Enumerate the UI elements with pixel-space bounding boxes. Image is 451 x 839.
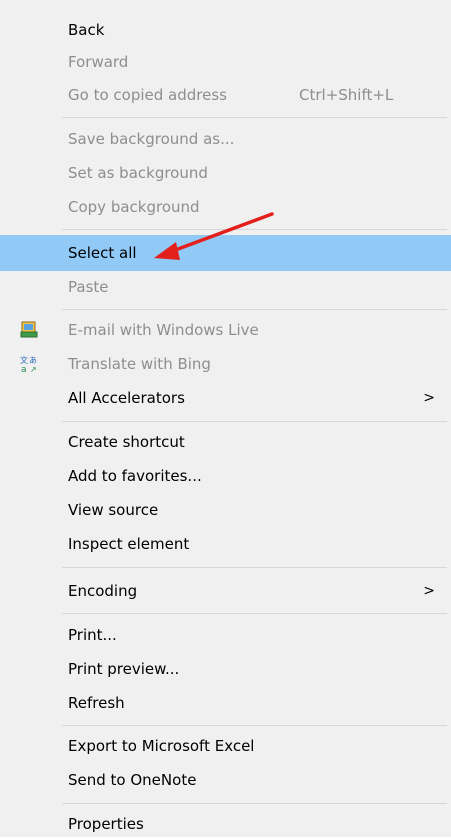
menu-item-label: All Accelerators [68, 389, 185, 407]
menu-item-refresh[interactable]: Refresh [0, 688, 451, 722]
menu-separator [62, 725, 447, 726]
menu-item-label: Set as background [68, 164, 208, 182]
menu-item-export-to-excel[interactable]: Export to Microsoft Excel [0, 731, 451, 765]
menu-item-label: Create shortcut [68, 433, 185, 451]
menu-separator [62, 567, 447, 568]
menu-separator [62, 613, 447, 614]
svg-text:文: 文 [20, 355, 28, 365]
menu-item-set-as-background[interactable]: Set as background [0, 158, 451, 192]
menu-item-label: Save background as... [68, 130, 235, 148]
menu-item-label: E-mail with Windows Live [68, 321, 259, 339]
menu-item-print-preview[interactable]: Print preview... [0, 654, 451, 688]
menu-item-label: Print... [68, 626, 117, 644]
menu-item-translate-bing[interactable]: 文 あ a ↗ Translate with Bing [0, 349, 451, 383]
menu-item-label: Inspect element [68, 535, 190, 553]
windows-live-mail-icon [20, 321, 38, 338]
menu-item-view-source[interactable]: View source [0, 495, 451, 529]
bing-translate-icon: 文 あ a ↗ [20, 355, 37, 373]
menu-item-inspect-element[interactable]: Inspect element [0, 529, 451, 563]
menu-item-all-accelerators[interactable]: All Accelerators > [0, 383, 451, 417]
menu-item-label: Paste [68, 278, 109, 296]
menu-item-label: Copy background [68, 198, 200, 216]
menu-separator [62, 421, 447, 422]
menu-item-add-to-favorites[interactable]: Add to favorites... [0, 461, 451, 495]
menu-item-create-shortcut[interactable]: Create shortcut [0, 427, 451, 461]
menu-item-label: Properties [68, 815, 144, 833]
submenu-arrow-icon: > [423, 390, 435, 406]
menu-item-label: Print preview... [68, 660, 180, 678]
menu-item-email-windows-live[interactable]: E-mail with Windows Live [0, 315, 451, 349]
submenu-arrow-icon: > [423, 583, 435, 599]
menu-item-send-to-onenote[interactable]: Send to OneNote [0, 765, 451, 799]
menu-item-properties[interactable]: Properties [0, 809, 451, 837]
menu-item-forward[interactable]: Forward [0, 47, 451, 81]
menu-item-encoding[interactable]: Encoding > [0, 576, 451, 610]
menu-item-label: Refresh [68, 694, 125, 712]
menu-item-paste[interactable]: Paste [0, 272, 451, 306]
context-menu: Back Forward Go to copied address Ctrl+S… [0, 0, 451, 837]
menu-item-label: View source [68, 501, 159, 519]
svg-text:↗: ↗ [30, 365, 37, 373]
menu-item-back[interactable]: Back [0, 15, 451, 49]
menu-item-go-to-copied-address[interactable]: Go to copied address Ctrl+Shift+L [0, 80, 451, 114]
menu-separator [62, 309, 447, 310]
menu-separator [62, 117, 447, 118]
menu-item-print[interactable]: Print... [0, 620, 451, 654]
menu-item-label: Translate with Bing [68, 355, 211, 373]
menu-separator [62, 803, 447, 804]
menu-item-label: Add to favorites... [68, 467, 202, 485]
menu-item-save-background[interactable]: Save background as... [0, 124, 451, 158]
menu-item-label: Export to Microsoft Excel [68, 737, 255, 755]
menu-item-select-all[interactable]: Select all [0, 235, 451, 271]
menu-item-label: Go to copied address [68, 86, 227, 104]
menu-item-label: Forward [68, 53, 129, 71]
menu-item-label: Back [68, 21, 105, 39]
menu-item-shortcut: Ctrl+Shift+L [299, 86, 394, 104]
menu-item-label: Send to OneNote [68, 771, 197, 789]
menu-item-label: Select all [68, 244, 137, 262]
menu-item-copy-background[interactable]: Copy background [0, 192, 451, 226]
menu-separator [62, 229, 447, 230]
svg-text:あ: あ [29, 356, 37, 365]
menu-item-label: Encoding [68, 582, 138, 600]
svg-text:a: a [21, 365, 27, 373]
